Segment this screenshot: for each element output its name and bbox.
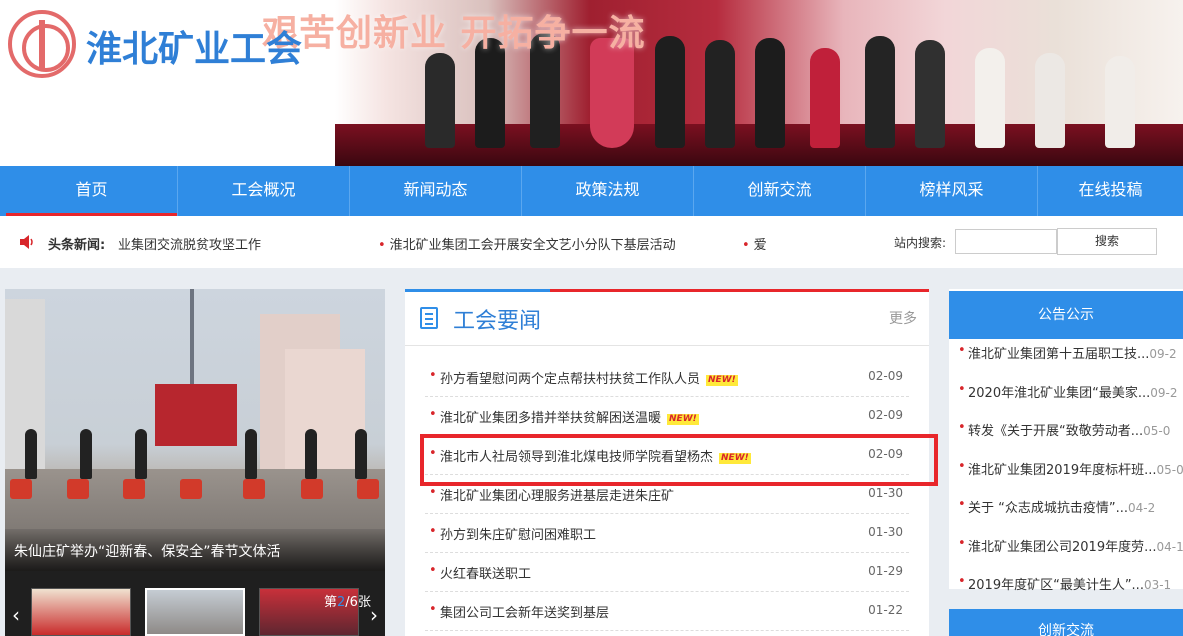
search-label: 站内搜索: <box>894 236 947 250</box>
nav-item-policies[interactable]: 政策法规 <box>522 166 694 216</box>
site-title[interactable]: 淮北矿业工会 <box>86 20 302 72</box>
notice-row[interactable]: • 2019年度矿区“最美计生人”...03-1 <box>958 573 1183 612</box>
notice-date: 09-2 <box>1149 347 1177 361</box>
notice-date: 03-1 <box>1143 578 1172 592</box>
notice-date: 09-2 <box>1150 385 1178 400</box>
ticker-item-text: 业集团交流脱贫攻坚工作 <box>118 238 262 253</box>
innovation-panel-title[interactable]: 创新交流 <box>949 609 1183 636</box>
bullet-icon: • <box>958 535 966 551</box>
bullet-icon: • <box>429 563 437 578</box>
union-logo-icon[interactable] <box>8 10 76 78</box>
bullet-icon: • <box>429 485 437 500</box>
bullet-icon: • <box>958 497 966 512</box>
news-date: 02-09 <box>868 408 903 422</box>
main-nav: 首页 工会概况 新闻动态 政策法规 创新交流 榜样风采 在线投稿 <box>0 166 1183 216</box>
news-title-link[interactable]: 孙方看望慰问两个定点帮扶村扶贫工作队人员 NEW! <box>440 368 738 387</box>
notice-title[interactable]: 关于 “众志成城抗击疫情”... <box>968 501 1128 516</box>
news-row[interactable]: • 火红春联送职工 01-29 <box>425 553 909 592</box>
ticker-item-text: 爱 <box>753 238 767 253</box>
bullet-icon: • <box>742 238 750 253</box>
highlight-box <box>420 434 938 486</box>
slide-thumbnail[interactable] <box>31 588 131 636</box>
news-more-link[interactable]: 更多 <box>889 308 917 328</box>
bullet-icon: • <box>429 407 437 422</box>
bullet-icon: • <box>958 420 966 435</box>
news-date: 01-30 <box>868 525 903 539</box>
site-search-input[interactable] <box>955 229 1057 254</box>
news-title-link[interactable]: 火红春联送职工 <box>440 563 531 582</box>
news-date: 01-29 <box>868 564 903 578</box>
nav-item-union-overview[interactable]: 工会概况 <box>178 166 350 216</box>
bullet-icon: • <box>429 602 437 617</box>
bullet-icon: • <box>958 458 966 474</box>
notice-row[interactable]: • 转发《关于开展“致敬劳动者...05-0 <box>958 419 1183 458</box>
notice-title[interactable]: 淮北矿业集团公司2019年度劳... <box>968 540 1156 555</box>
notice-list: • 淮北矿业集团第十五届职工技...09-2 • 2020年淮北矿业集团“最美家… <box>958 342 1183 612</box>
news-date: 02-09 <box>868 369 903 383</box>
notice-title[interactable]: 2019年度矿区“最美计生人”... <box>968 578 1144 593</box>
notice-date: 04-1 <box>1156 539 1183 554</box>
news-title-link[interactable]: 集团公司工会新年送奖到基层 <box>440 602 609 621</box>
news-row[interactable]: • 集团公司工会新年送奖到基层 01-22 <box>425 592 909 631</box>
nav-item-online-submission[interactable]: 在线投稿 <box>1038 166 1183 216</box>
news-title-link[interactable]: 淮北矿业集团心理服务进基层走进朱庄矿 <box>440 485 674 504</box>
speaker-icon <box>20 235 33 249</box>
search-button[interactable]: 搜索 <box>1057 228 1157 255</box>
notice-row[interactable]: • 2020年淮北矿业集团“最美家...09-2 <box>958 381 1183 420</box>
notice-date: 05-0 <box>1156 462 1183 477</box>
ticker-item[interactable]: 业集团交流脱贫攻坚工作 <box>118 234 358 253</box>
news-title-text: 孙方看望慰问两个定点帮扶村扶贫工作队人员 <box>440 372 701 387</box>
nav-item-innovation[interactable]: 创新交流 <box>694 166 866 216</box>
news-date: 01-22 <box>868 603 903 617</box>
notice-panel-title[interactable]: 公告公示 <box>949 291 1183 339</box>
notice-row[interactable]: • 关于 “众志成城抗击疫情”...04-2 <box>958 496 1183 535</box>
news-title-link[interactable]: 孙方到朱庄矿慰问困难职工 <box>440 524 596 543</box>
bullet-icon: • <box>958 381 966 397</box>
nav-item-news[interactable]: 新闻动态 <box>350 166 522 216</box>
news-list: • 孙方看望慰问两个定点帮扶村扶贫工作队人员 NEW! 02-09 • 淮北矿业集… <box>425 358 909 631</box>
bullet-icon: • <box>958 574 966 589</box>
chevron-left-icon[interactable]: ‹ <box>5 600 27 630</box>
news-title-text: 淮北矿业集团多措并举扶贫解困送温暖 <box>440 411 662 426</box>
news-row[interactable]: • 孙方看望慰问两个定点帮扶村扶贫工作队人员 NEW! 02-09 <box>425 358 909 397</box>
ticker-item-text: 淮北矿业集团工会开展安全文艺小分队下基层活动 <box>389 238 676 253</box>
notice-date: 05-0 <box>1143 424 1171 438</box>
notice-title[interactable]: 淮北矿业集团第十五届职工技... <box>968 347 1149 362</box>
slide-thumbnail-active[interactable] <box>145 588 245 636</box>
news-title-link[interactable]: 淮北矿业集团多措并举扶贫解困送温暖 NEW! <box>440 407 699 426</box>
nav-item-home[interactable]: 首页 <box>0 166 178 216</box>
ticker-item[interactable]: • 爱 <box>742 234 770 253</box>
slide-counter-suffix: /6张 <box>345 595 371 610</box>
bullet-icon: • <box>429 368 437 383</box>
header-slogan: 艰苦创新业 开拓争一流 <box>262 13 646 54</box>
site-header: 艰苦创新业 开拓争一流 淮北矿业工会 <box>0 0 1183 166</box>
slide-caption[interactable]: 朱仙庄矿举办“迎新春、保安全”春节文体活 <box>14 541 281 561</box>
news-row[interactable]: • 淮北矿业集团多措并举扶贫解困送温暖 NEW! 02-09 <box>425 397 909 436</box>
notice-title[interactable]: 转发《关于开展“致敬劳动者... <box>968 424 1143 439</box>
slide-counter: 第2/6张 <box>324 591 371 610</box>
news-date: 01-30 <box>868 486 903 500</box>
new-badge: NEW! <box>706 375 738 386</box>
notice-date: 04-2 <box>1128 501 1156 515</box>
news-panel-title: 工会要闻 <box>453 309 542 334</box>
notice-title[interactable]: 2020年淮北矿业集团“最美家... <box>968 386 1150 401</box>
slide-counter-prefix: 第 <box>324 595 338 610</box>
notice-row[interactable]: • 淮北矿业集团第十五届职工技...09-2 <box>958 342 1183 381</box>
news-row[interactable]: • 孙方到朱庄矿慰问困难职工 01-30 <box>425 514 909 553</box>
notice-title[interactable]: 淮北矿业集团2019年度标杆班... <box>968 463 1156 478</box>
ticker-label: 头条新闻: <box>48 238 106 253</box>
bullet-icon: • <box>958 343 966 358</box>
bullet-icon: • <box>378 238 386 253</box>
bullet-icon: • <box>429 524 437 539</box>
ticker-item[interactable]: • 淮北矿业集团工会开展安全文艺小分队下基层活动 <box>378 234 708 253</box>
document-icon <box>420 307 438 329</box>
new-badge: NEW! <box>667 414 699 425</box>
nav-item-role-models[interactable]: 榜样风采 <box>866 166 1038 216</box>
notice-row[interactable]: • 淮北矿业集团2019年度标杆班...05-0 <box>958 458 1183 497</box>
notice-row[interactable]: • 淮北矿业集团公司2019年度劳...04-1 <box>958 535 1183 574</box>
